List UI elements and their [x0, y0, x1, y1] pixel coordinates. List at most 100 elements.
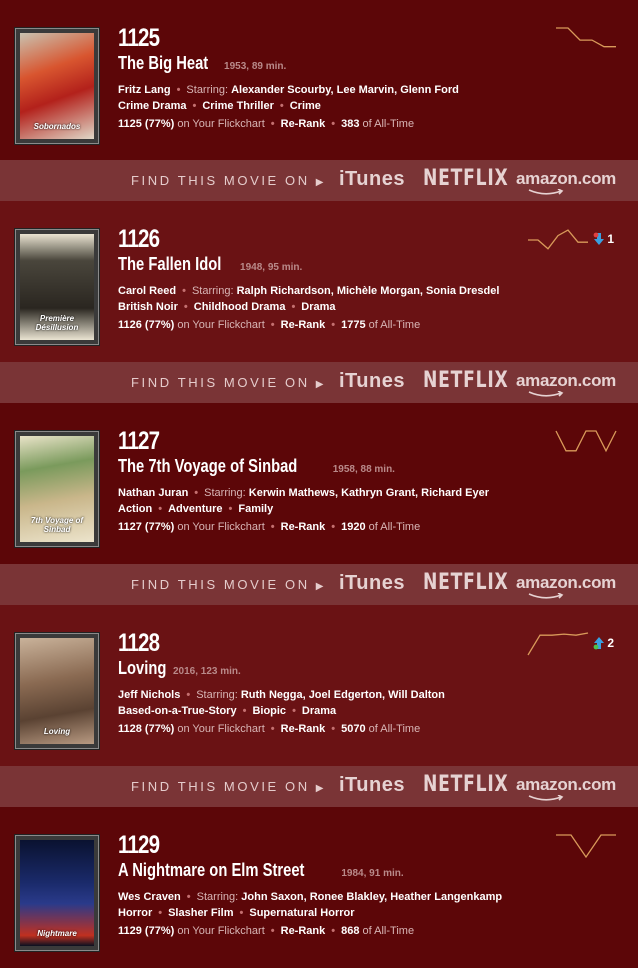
movie-poster[interactable]: 7th Voyage of Sinbad: [15, 431, 99, 547]
bullet-separator: •: [331, 723, 336, 735]
amazon-smile-icon: [528, 593, 564, 599]
genre-link[interactable]: Slasher Film: [168, 907, 233, 919]
alltime-rank: 5070: [341, 723, 369, 735]
flickchart-rank: 1127 (77%): [118, 521, 178, 533]
bullet-separator: •: [331, 521, 336, 533]
bullet-separator: •: [242, 705, 247, 717]
starring-label: Starring:: [196, 689, 241, 701]
title-line: The Fallen Idol 1948, 95 min.: [118, 254, 302, 275]
genre-link[interactable]: British Noir: [118, 301, 178, 313]
netflix-link[interactable]: NETFLIX: [423, 772, 509, 797]
alltime-rank: 1920: [341, 521, 369, 533]
amazon-link[interactable]: amazon.com: [516, 775, 616, 795]
movie-poster[interactable]: Nightmare: [15, 835, 99, 951]
genre-link[interactable]: Based-on-a-True-Story: [118, 705, 237, 717]
bullet-separator: •: [176, 84, 181, 96]
rerank-link[interactable]: Re-Rank: [281, 118, 326, 130]
rerank-link[interactable]: Re-Rank: [281, 723, 326, 735]
title-line: Loving 2016, 123 min.: [118, 658, 241, 679]
movie-list: Sobornados 1125 The Big Heat 1953, 89 min. F…: [0, 0, 638, 968]
itunes-link[interactable]: iTunes: [339, 370, 405, 393]
credits-line: Jeff Nichols • Starring: Ruth Negga, Joel …: [118, 689, 445, 701]
rank-history-sparkline: [556, 27, 616, 48]
movie-title-link[interactable]: The Big Heat: [118, 53, 208, 74]
rank-history: [554, 429, 618, 462]
rank-history: [526, 227, 590, 260]
movie-poster[interactable]: Loving: [15, 633, 99, 749]
rank-history: [526, 631, 590, 664]
genre-link[interactable]: Crime Drama: [118, 100, 186, 112]
starring-links[interactable]: Alexander Scourby, Lee Marvin, Glenn For…: [231, 84, 459, 96]
genre-link[interactable]: Supernatural Horror: [249, 907, 354, 919]
director-link[interactable]: Nathan Juran: [118, 487, 188, 499]
poster-title: Nightmare: [37, 929, 77, 938]
movie-title-link[interactable]: Loving: [118, 658, 166, 679]
rerank-link[interactable]: Re-Rank: [281, 319, 326, 331]
poster-image: 7th Voyage of Sinbad: [20, 436, 94, 542]
title-line: The 7th Voyage of Sinbad 1958, 88 min.: [118, 456, 395, 477]
netflix-link[interactable]: NETFLIX: [423, 368, 509, 393]
starring-links[interactable]: John Saxon, Ronee Blakley, Heather Lange…: [241, 891, 502, 903]
netflix-link[interactable]: NETFLIX: [423, 570, 509, 595]
director-link[interactable]: Carol Reed: [118, 285, 176, 297]
title-line: A Nightmare on Elm Street 1984, 91 min.: [118, 860, 404, 881]
movie-poster[interactable]: Sobornados: [15, 28, 99, 144]
starring-links[interactable]: Ralph Richardson, Michèle Morgan, Sonia …: [237, 285, 500, 297]
itunes-link[interactable]: iTunes: [339, 168, 405, 191]
genre-link[interactable]: Childhood Drama: [194, 301, 286, 313]
find-movie-text: FIND THIS MOVIE ON: [131, 577, 310, 592]
itunes-link[interactable]: iTunes: [339, 774, 405, 797]
genre-link[interactable]: Family: [238, 503, 273, 515]
starring-links[interactable]: Ruth Negga, Joel Edgerton, Will Dalton: [241, 689, 445, 701]
genre-link[interactable]: Crime: [290, 100, 321, 112]
bullet-separator: •: [186, 891, 191, 903]
genre-link[interactable]: Horror: [118, 907, 152, 919]
ranking-line: 1129 (77%) on Your Flickchart • Re-Rank • 86…: [118, 925, 414, 937]
starring-links[interactable]: Kerwin Mathews, Kathryn Grant, Richard E…: [249, 487, 489, 499]
flickchart-suffix: on Your Flickchart: [177, 118, 265, 130]
alltime-suffix: of All-Time: [362, 925, 415, 937]
amazon-smile-icon: [528, 391, 564, 397]
netflix-link[interactable]: NETFLIX: [423, 166, 509, 191]
movie-title-link[interactable]: The 7th Voyage of Sinbad: [118, 456, 297, 477]
director-link[interactable]: Jeff Nichols: [118, 689, 180, 701]
bullet-separator: •: [270, 925, 275, 937]
poster-title: Première Désillusion: [35, 314, 79, 332]
genres-line: Action • Adventure • Family: [118, 503, 273, 515]
rank-movement-value: 2: [607, 636, 614, 650]
genre-link[interactable]: Action: [118, 503, 152, 515]
find-movie-text: FIND THIS MOVIE ON: [131, 779, 310, 794]
rerank-link[interactable]: Re-Rank: [281, 521, 326, 533]
movie-card: Première Désillusion 1126 The Fallen Idol 1…: [0, 201, 638, 362]
movie-title-link[interactable]: The Fallen Idol: [118, 254, 221, 275]
director-link[interactable]: Fritz Lang: [118, 84, 171, 96]
bullet-separator: •: [186, 689, 191, 701]
starring-label: Starring:: [204, 487, 249, 499]
itunes-link[interactable]: iTunes: [339, 572, 405, 595]
genre-link[interactable]: Drama: [302, 705, 336, 717]
rerank-link[interactable]: Re-Rank: [281, 925, 326, 937]
director-link[interactable]: Wes Craven: [118, 891, 181, 903]
alltime-rank: 383: [341, 118, 363, 130]
find-movie-bar: FIND THIS MOVIE ON ▶ iTunes NETFLIX amazon.c…: [0, 564, 638, 605]
find-movie-bar: FIND THIS MOVIE ON ▶ iTunes NETFLIX amazon.c…: [0, 766, 638, 807]
play-arrow-icon: ▶: [315, 581, 327, 592]
find-movie-label: FIND THIS MOVIE ON ▶: [131, 173, 326, 188]
bullet-separator: •: [183, 301, 188, 313]
bullet-separator: •: [239, 907, 244, 919]
amazon-link[interactable]: amazon.com: [516, 169, 616, 189]
rank-history-sparkline: [555, 430, 617, 453]
genre-link[interactable]: Crime Thriller: [202, 100, 274, 112]
flickchart-suffix: on Your Flickchart: [177, 723, 265, 735]
genre-link[interactable]: Biopic: [252, 705, 286, 717]
movie-title-link[interactable]: A Nightmare on Elm Street: [118, 860, 304, 881]
starring-label: Starring:: [196, 891, 242, 903]
sparkline-path: [556, 834, 616, 859]
genre-link[interactable]: Drama: [301, 301, 335, 313]
amazon-link[interactable]: amazon.com: [516, 573, 616, 593]
genre-link[interactable]: Adventure: [168, 503, 222, 515]
flickchart-rank: 1126 (77%): [118, 319, 178, 331]
movie-poster[interactable]: Première Désillusion: [15, 229, 99, 345]
sparkline-path: [528, 229, 588, 250]
amazon-link[interactable]: amazon.com: [516, 371, 616, 391]
